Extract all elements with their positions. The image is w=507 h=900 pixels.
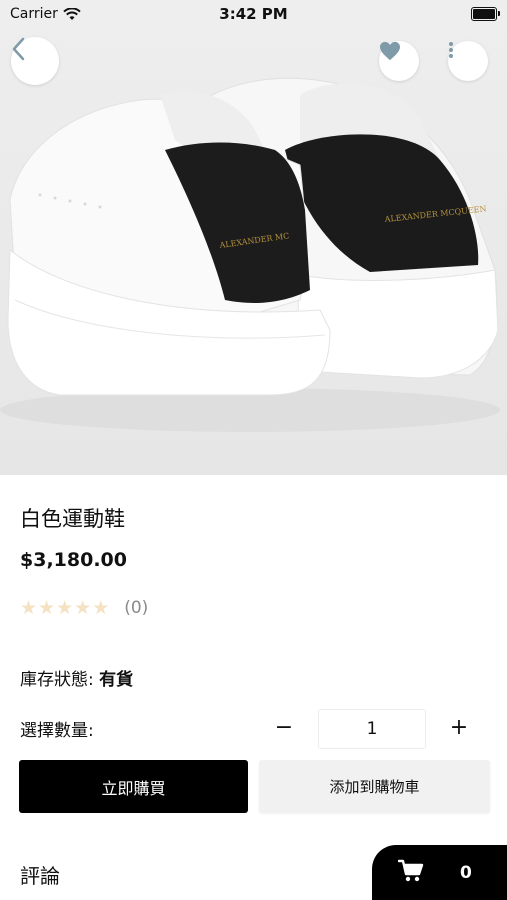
status-bar: Carrier 3:42 PM (0, 0, 507, 30)
rating: ★ ★ ★ ★ ★ (0) (20, 597, 148, 619)
star-icon: ★ (56, 597, 74, 619)
quantity-value: 1 (366, 719, 378, 739)
reviews-heading: 評論 (20, 864, 60, 888)
favorite-button[interactable] (379, 41, 419, 81)
rating-count: (0) (124, 598, 149, 618)
more-options-button[interactable] (448, 41, 488, 81)
product-price: $3,180.00 (20, 549, 127, 571)
add-to-cart-button[interactable]: 添加到購物車 (259, 760, 490, 813)
quantity-label: 選擇數量: (20, 721, 94, 741)
product-image: ALEXANDER MCQUEEN ALEXANDER MC (0, 0, 507, 475)
quantity-decrease-button[interactable]: − (272, 712, 296, 744)
back-button[interactable] (11, 37, 59, 85)
battery-icon (471, 7, 500, 21)
stock-value: 有貨 (99, 670, 134, 690)
sneaker-illustration: ALEXANDER MCQUEEN ALEXANDER MC (0, 77, 500, 432)
star-icon: ★ (20, 597, 38, 619)
cart-button[interactable]: 0 (372, 845, 507, 900)
shopping-cart-icon (397, 859, 424, 887)
star-icon: ★ (38, 597, 56, 619)
product-title: 白色運動鞋 (20, 507, 125, 531)
stock-status: 庫存狀態: 有貨 (20, 665, 133, 690)
stock-label: 庫存狀態: (20, 670, 94, 690)
star-icon: ★ (92, 597, 110, 619)
quantity-increase-button[interactable]: + (447, 712, 471, 744)
star-icon: ★ (74, 597, 92, 619)
quantity-input[interactable]: 1 (318, 709, 426, 749)
buy-now-button[interactable]: 立即購買 (19, 760, 248, 813)
clock: 3:42 PM (219, 5, 288, 23)
cart-count: 0 (460, 862, 472, 883)
